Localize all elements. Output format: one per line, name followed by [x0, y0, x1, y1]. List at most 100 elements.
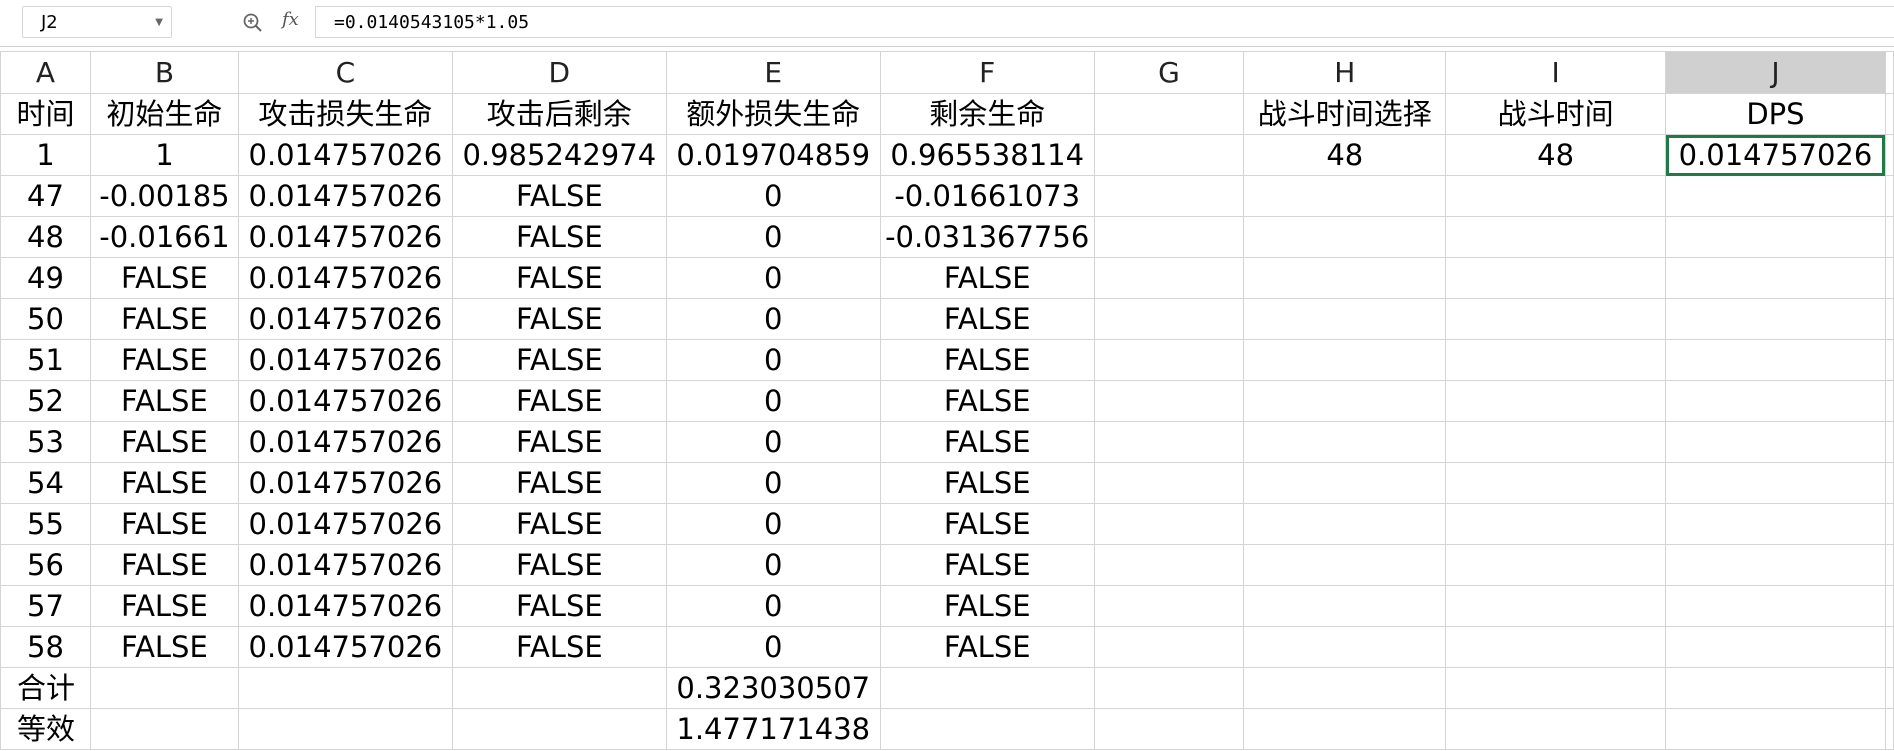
cell-a10[interactable]: 54 — [0, 462, 91, 504]
cell-g10[interactable] — [1093, 462, 1245, 504]
cell-i4[interactable] — [1445, 216, 1666, 258]
cell-h10[interactable] — [1243, 462, 1447, 504]
cell-h1[interactable]: 战斗时间选择 — [1243, 93, 1447, 135]
cell-c7[interactable]: 0.014757026 — [237, 339, 453, 381]
cell-b6[interactable]: FALSE — [89, 298, 239, 340]
cell-g7[interactable] — [1093, 339, 1245, 381]
cell-a8[interactable]: 52 — [0, 380, 91, 422]
cell-g11[interactable] — [1093, 503, 1245, 545]
cell-d9[interactable]: FALSE — [451, 421, 667, 463]
zoom-icon[interactable] — [240, 10, 266, 36]
cell-f8[interactable]: FALSE — [879, 380, 1095, 422]
cell-b8[interactable]: FALSE — [89, 380, 239, 422]
cell-i2[interactable]: 48 — [1445, 134, 1666, 176]
cell-f3[interactable]: -0.01661073 — [879, 175, 1095, 217]
cell-e10[interactable]: 0 — [665, 462, 881, 504]
cell-c13[interactable]: 0.014757026 — [237, 585, 453, 627]
cell-f7[interactable]: FALSE — [879, 339, 1095, 381]
cell-e8[interactable]: 0 — [665, 380, 881, 422]
cell-c6[interactable]: 0.014757026 — [237, 298, 453, 340]
cell-b5[interactable]: FALSE — [89, 257, 239, 299]
cell-c12[interactable]: 0.014757026 — [237, 544, 453, 586]
cell-f1[interactable]: 剩余生命 — [879, 93, 1095, 135]
cell-e4[interactable]: 0 — [665, 216, 881, 258]
cell-d14[interactable]: FALSE — [451, 626, 667, 668]
cell-c5[interactable]: 0.014757026 — [237, 257, 453, 299]
cell-g12[interactable] — [1093, 544, 1245, 586]
cell-g9[interactable] — [1093, 421, 1245, 463]
cell-d13[interactable]: FALSE — [451, 585, 667, 627]
cell-a5[interactable]: 49 — [0, 257, 91, 299]
column-header-j[interactable]: J — [1665, 51, 1886, 94]
cell-h11[interactable] — [1243, 503, 1447, 545]
cell-d6[interactable]: FALSE — [451, 298, 667, 340]
cell-j8[interactable] — [1665, 380, 1886, 422]
cell-f4[interactable]: -0.031367756 — [879, 216, 1095, 258]
cell-f9[interactable]: FALSE — [879, 421, 1095, 463]
cell-b1[interactable]: 初始生命 — [89, 93, 239, 135]
cell-i16[interactable] — [1445, 708, 1666, 750]
cell-j2[interactable]: 0.014757026 — [1665, 134, 1886, 176]
cell-e2[interactable]: 0.019704859 — [665, 134, 881, 176]
cell-g6[interactable] — [1093, 298, 1245, 340]
cell-i13[interactable] — [1445, 585, 1666, 627]
cell-d2[interactable]: 0.985242974 — [451, 134, 667, 176]
formula-input[interactable]: =0.0140543105*1.05 — [315, 6, 1894, 38]
cell-b13[interactable]: FALSE — [89, 585, 239, 627]
cell-j9[interactable] — [1665, 421, 1886, 463]
column-header-b[interactable]: B — [89, 51, 239, 94]
cell-f11[interactable]: FALSE — [879, 503, 1095, 545]
cell-e15[interactable]: 0.323030507 — [665, 667, 881, 709]
cell-a4[interactable]: 48 — [0, 216, 91, 258]
cell-j3[interactable] — [1665, 175, 1886, 217]
fx-label[interactable]: fx — [282, 9, 299, 30]
cell-a13[interactable]: 57 — [0, 585, 91, 627]
column-header-d[interactable]: D — [451, 51, 667, 94]
cell-d5[interactable]: FALSE — [451, 257, 667, 299]
column-header-a[interactable]: A — [0, 51, 91, 94]
cell-j6[interactable] — [1665, 298, 1886, 340]
cell-g16[interactable] — [1093, 708, 1245, 750]
cell-b10[interactable]: FALSE — [89, 462, 239, 504]
cell-f16[interactable] — [879, 708, 1095, 750]
cell-c11[interactable]: 0.014757026 — [237, 503, 453, 545]
cell-j10[interactable] — [1665, 462, 1886, 504]
cell-a12[interactable]: 56 — [0, 544, 91, 586]
cell-b9[interactable]: FALSE — [89, 421, 239, 463]
cell-i7[interactable] — [1445, 339, 1666, 381]
cell-e14[interactable]: 0 — [665, 626, 881, 668]
cell-h13[interactable] — [1243, 585, 1447, 627]
cell-h15[interactable] — [1243, 667, 1447, 709]
column-header-g[interactable]: G — [1093, 51, 1245, 94]
cell-b7[interactable]: FALSE — [89, 339, 239, 381]
cell-e3[interactable]: 0 — [665, 175, 881, 217]
cell-j16[interactable] — [1665, 708, 1886, 750]
column-header-f[interactable]: F — [879, 51, 1095, 94]
cell-f2[interactable]: 0.965538114 — [879, 134, 1095, 176]
cell-f15[interactable] — [879, 667, 1095, 709]
cell-c1[interactable]: 攻击损失生命 — [237, 93, 453, 135]
cell-i12[interactable] — [1445, 544, 1666, 586]
cell-b3[interactable]: -0.00185 — [89, 175, 239, 217]
cell-i5[interactable] — [1445, 257, 1666, 299]
cell-d12[interactable]: FALSE — [451, 544, 667, 586]
cell-j12[interactable] — [1665, 544, 1886, 586]
cell-g4[interactable] — [1093, 216, 1245, 258]
cell-e7[interactable]: 0 — [665, 339, 881, 381]
column-header-e[interactable]: E — [665, 51, 881, 94]
cell-i14[interactable] — [1445, 626, 1666, 668]
cell-g14[interactable] — [1093, 626, 1245, 668]
cell-h14[interactable] — [1243, 626, 1447, 668]
cell-c10[interactable]: 0.014757026 — [237, 462, 453, 504]
cell-g3[interactable] — [1093, 175, 1245, 217]
cell-d10[interactable]: FALSE — [451, 462, 667, 504]
cell-a2[interactable]: 1 — [0, 134, 91, 176]
dropdown-arrow-icon[interactable]: ▼ — [155, 7, 163, 39]
cell-d4[interactable]: FALSE — [451, 216, 667, 258]
cell-a6[interactable]: 50 — [0, 298, 91, 340]
cell-f14[interactable]: FALSE — [879, 626, 1095, 668]
cell-h6[interactable] — [1243, 298, 1447, 340]
cell-f6[interactable]: FALSE — [879, 298, 1095, 340]
cell-d8[interactable]: FALSE — [451, 380, 667, 422]
cell-a14[interactable]: 58 — [0, 626, 91, 668]
